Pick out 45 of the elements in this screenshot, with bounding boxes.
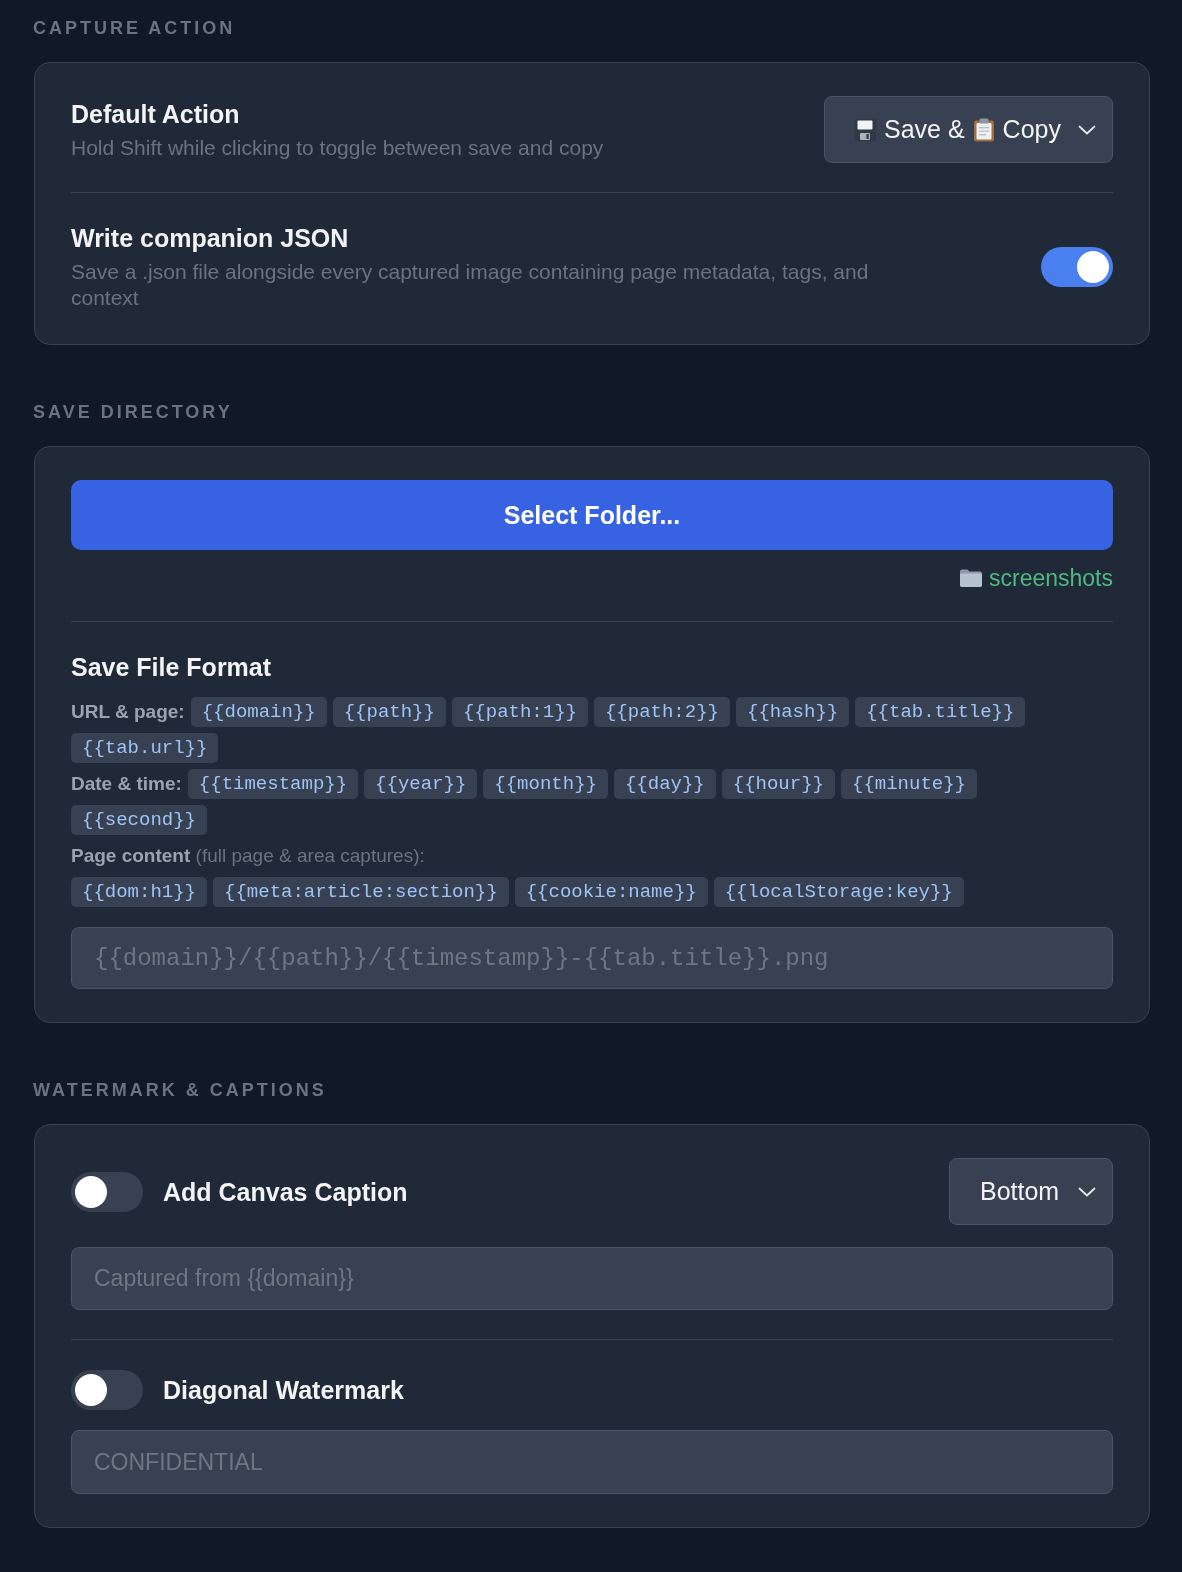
clipboard-icon <box>971 117 996 142</box>
template-token[interactable]: {{second}} <box>71 805 208 835</box>
file-format-field[interactable]: {{domain}}/{{path}}/{{timestamp}}-{{tab.title}}.png <box>71 927 1113 989</box>
chevron-down-icon <box>1078 124 1096 135</box>
template-token[interactable]: {{hour}} <box>721 769 835 799</box>
setting-description: Save a .json file alongside every captured image containing page metadata, tags, and context <box>71 259 870 311</box>
setting-label: Write companion JSON <box>71 223 350 253</box>
toggle-switch[interactable] <box>1041 247 1113 287</box>
format-title: Save File Format <box>71 652 273 682</box>
template-token[interactable]: {{path:2}} <box>593 697 730 727</box>
template-token[interactable]: {{timestamp}} <box>187 769 359 799</box>
template-token[interactable]: {{hash}} <box>736 697 850 727</box>
template-token[interactable]: {{cookie:name}} <box>514 877 708 907</box>
section-title: WATERMARK & CAPTIONS <box>33 1079 328 1102</box>
action-dropdown[interactable]: Save & Copy <box>824 96 1113 163</box>
setting-label: Add Canvas Caption <box>163 1176 408 1207</box>
template-token[interactable]: {{tab.url}} <box>71 733 219 763</box>
template-token[interactable]: {{tab.title}} <box>855 697 1026 727</box>
token-group-label: Page content (full page & area captures): <box>71 844 426 868</box>
token-group-label: Date & time: <box>71 772 182 796</box>
template-token[interactable]: {{minute}} <box>841 769 977 799</box>
section-title: SAVE DIRECTORY <box>33 401 234 424</box>
setting-label: Default Action <box>71 98 241 129</box>
chevron-down-icon <box>1078 1186 1096 1197</box>
template-token[interactable]: {{dom:h1}} <box>71 877 208 907</box>
template-token[interactable]: {{day}} <box>613 769 716 799</box>
toggle-switch[interactable] <box>71 1370 143 1410</box>
token-group-label: URL & page: <box>71 700 185 724</box>
select-folder-button[interactable]: Select Folder... <box>71 480 1113 550</box>
template-token[interactable]: {{domain}} <box>190 697 327 727</box>
folder-icon <box>959 568 983 588</box>
template-token[interactable]: {{year}} <box>364 769 478 799</box>
folder-name: screenshots <box>989 564 1113 592</box>
toggle-switch[interactable] <box>71 1171 143 1212</box>
watermark-field[interactable]: CONFIDENTIAL <box>71 1430 1113 1494</box>
caption-field[interactable]: Captured from {{domain}} <box>71 1247 1113 1310</box>
template-token[interactable]: {{path:1}} <box>451 697 588 727</box>
template-token[interactable]: {{month}} <box>483 769 608 799</box>
template-token[interactable]: {{localStorage:key}} <box>713 877 964 907</box>
template-token[interactable]: {{meta:article:section}} <box>213 877 509 907</box>
position-dropdown[interactable]: Bottom <box>949 1158 1113 1225</box>
setting-description: Hold Shift while clicking to toggle between save and copy <box>71 134 604 161</box>
setting-label: Diagonal Watermark <box>163 1375 404 1405</box>
template-token[interactable]: {{path}} <box>332 697 446 727</box>
section-title: CAPTURE ACTION <box>33 17 237 40</box>
